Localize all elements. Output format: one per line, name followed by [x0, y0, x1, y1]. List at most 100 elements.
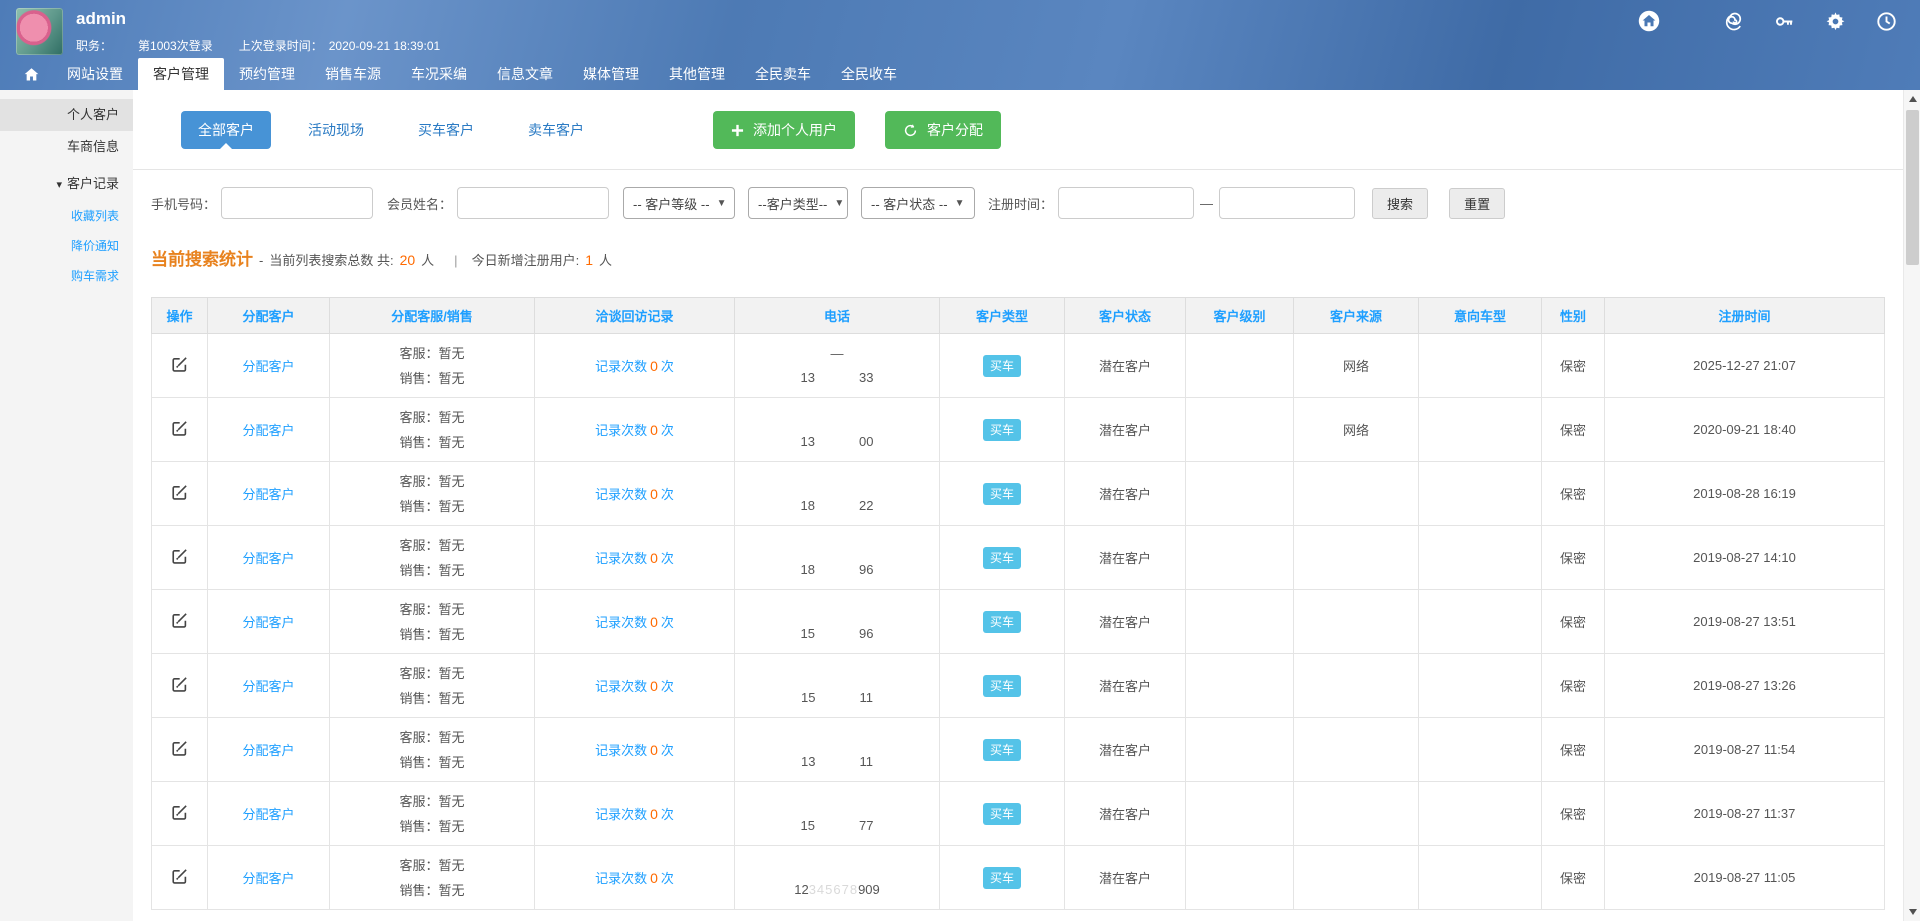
cell-type: 买车 [939, 397, 1065, 462]
edit-icon[interactable] [170, 803, 189, 822]
assign-customer-link[interactable]: 分配客户 [242, 423, 294, 438]
cell-actions [151, 461, 208, 526]
edit-icon[interactable] [170, 483, 189, 502]
cell-actions [151, 333, 208, 398]
cell-source: 网络 [1293, 397, 1419, 462]
assign-customer-link[interactable]: 分配客户 [242, 871, 294, 886]
cell-service-sales: 客服：暂无 销售：暂无 [329, 397, 535, 462]
tab-3[interactable]: 卖车客户 [511, 111, 601, 149]
filter-row: 手机号码： 会员姓名： -- 客户等级 -- ▼ --客户类型-- ▼ -- 客… [151, 187, 1903, 219]
cell-level [1185, 717, 1294, 782]
service-value: 暂无 [438, 345, 465, 361]
edit-icon[interactable] [170, 355, 189, 374]
scroll-up-arrow-icon[interactable] [1904, 91, 1920, 107]
assign-customer-link[interactable]: 分配客户 [242, 615, 294, 630]
clock-icon[interactable] [1874, 9, 1898, 33]
nav-item-5[interactable]: 信息文章 [482, 58, 568, 90]
edit-icon[interactable] [170, 867, 189, 886]
cell-status: 潜在客户 [1064, 653, 1186, 718]
record-link[interactable]: 记录次数 0 次 [595, 614, 674, 630]
sidebar-item-2[interactable]: ▾ 客户记录 [0, 168, 133, 201]
assign-customer-button[interactable]: 客户分配 [885, 111, 1001, 149]
cell-type: 买车 [939, 845, 1065, 910]
phone-left: 18 [800, 497, 815, 513]
tab-0[interactable]: 全部客户 [181, 111, 271, 149]
customer-type-badge: 买车 [982, 867, 1021, 889]
cell-intent-model [1418, 397, 1542, 462]
record-link[interactable]: 记录次数 0 次 [595, 550, 674, 566]
nav-item-8[interactable]: 全民卖车 [740, 58, 826, 90]
record-link[interactable]: 记录次数 0 次 [595, 358, 674, 374]
edit-icon[interactable] [170, 547, 189, 566]
key-icon[interactable] [1772, 9, 1796, 33]
edit-icon[interactable] [170, 739, 189, 758]
regtime-from-input[interactable] [1058, 187, 1195, 219]
customer-status-select[interactable]: -- 客户状态 -- ▼ [861, 187, 976, 219]
assign-customer-link[interactable]: 分配客户 [242, 807, 294, 822]
record-unit: 次 [660, 615, 674, 630]
customer-table: 操作 分配客户 分配客服/销售 洽谈回访记录 电话 客户类型 客户状态 客户级别 客户来源 意向车… [151, 297, 1885, 910]
chevron-down-icon: ▼ [954, 197, 965, 209]
assign-customer-link[interactable]: 分配客户 [242, 679, 294, 694]
record-unit: 次 [660, 487, 674, 502]
record-link[interactable]: 记录次数 0 次 [595, 422, 674, 438]
nav-item-1[interactable]: 客户管理 [138, 58, 224, 90]
search-button[interactable]: 搜索 [1372, 187, 1429, 219]
tab-1[interactable]: 活动现场 [291, 111, 381, 149]
edit-icon[interactable] [170, 675, 189, 694]
col-header-0: 操作 [151, 297, 208, 334]
assign-customer-link[interactable]: 分配客户 [242, 359, 294, 374]
member-name-input[interactable] [457, 187, 610, 219]
nav-home-icon[interactable] [10, 58, 52, 90]
record-link[interactable]: 记录次数 0 次 [595, 678, 674, 694]
nav-item-0[interactable]: 网站设置 [52, 58, 138, 90]
edit-icon[interactable] [170, 419, 189, 438]
gear-icon[interactable] [1823, 9, 1847, 33]
vertical-scrollbar[interactable] [1903, 90, 1920, 921]
sidebar-item-3[interactable]: 收藏列表 [0, 201, 133, 231]
scrollbar-thumb[interactable] [1906, 110, 1919, 265]
col-header-5: 客户类型 [939, 297, 1065, 334]
nav-item-3[interactable]: 销售车源 [310, 58, 396, 90]
add-user-button[interactable]: 添加个人用户 [713, 111, 855, 149]
regtime-to-input[interactable] [1219, 187, 1356, 219]
tab-2[interactable]: 买车客户 [401, 111, 491, 149]
cell-status: 潜在客户 [1064, 717, 1186, 782]
nav-item-9[interactable]: 全民收车 [826, 58, 912, 90]
cell-actions [151, 653, 208, 718]
nav-item-7[interactable]: 其他管理 [654, 58, 740, 90]
service-line: 客服：暂无 [330, 405, 534, 430]
record-link[interactable]: 记录次数 0 次 [595, 486, 674, 502]
record-link[interactable]: 记录次数 0 次 [595, 742, 674, 758]
username: admin [76, 9, 127, 28]
sidebar-item-1[interactable]: 车商信息 [0, 131, 133, 163]
reset-button[interactable]: 重置 [1449, 187, 1506, 219]
cell-source [1293, 653, 1419, 718]
record-link[interactable]: 记录次数 0 次 [595, 806, 674, 822]
sidebar-item-5[interactable]: 购车需求 [0, 261, 133, 291]
nav-item-6[interactable]: 媒体管理 [568, 58, 654, 90]
nav-item-4[interactable]: 车况采编 [396, 58, 482, 90]
record-link[interactable]: 记录次数 0 次 [595, 870, 674, 886]
assign-customer-link[interactable]: 分配客户 [242, 551, 294, 566]
cell-level [1185, 653, 1294, 718]
assign-customer-link[interactable]: 分配客户 [242, 487, 294, 502]
cell-status: 潜在客户 [1064, 525, 1186, 590]
phone-input[interactable] [221, 187, 374, 219]
nav-item-2[interactable]: 预约管理 [224, 58, 310, 90]
customer-level-select[interactable]: -- 客户等级 -- ▼ [623, 187, 736, 219]
customer-type-select[interactable]: --客户类型-- ▼ [748, 187, 849, 219]
assign-customer-link[interactable]: 分配客户 [242, 743, 294, 758]
home-circle-icon[interactable] [1637, 9, 1661, 33]
spiral-icon[interactable] [1721, 9, 1745, 33]
cell-status: 潜在客户 [1064, 589, 1186, 654]
phone-secondary [735, 662, 939, 686]
sidebar-item-4[interactable]: 降价通知 [0, 231, 133, 261]
edit-icon[interactable] [170, 611, 189, 630]
customer-status-select-value: -- 客户状态 -- [871, 196, 948, 212]
record-prefix: 记录次数 [595, 615, 648, 630]
sidebar-item-0[interactable]: 个人客户 [0, 99, 133, 131]
table-row: 分配客户 客服：暂无 销售：暂无 记录次数 0 次 15 96 买车 潜在客户 保密 2019-08-… [151, 589, 1885, 654]
service-line: 客服：暂无 [330, 789, 534, 814]
scroll-down-arrow-icon[interactable] [1904, 904, 1920, 920]
